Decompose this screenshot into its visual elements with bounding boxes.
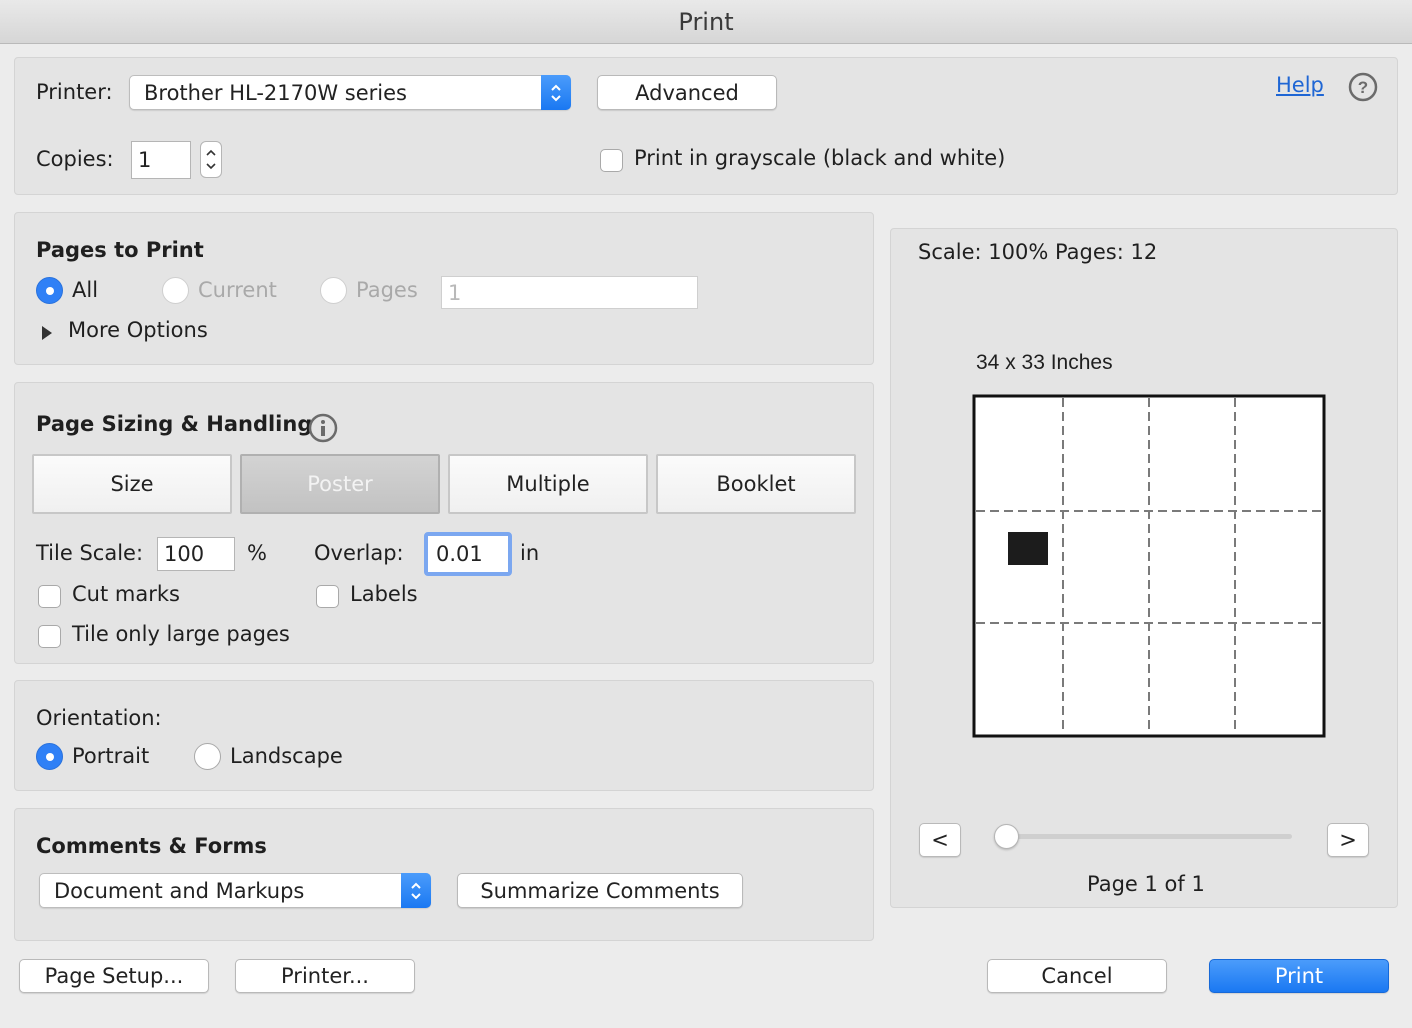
pages-to-print-heading: Pages to Print [36,238,204,262]
disclosure-triangle-icon[interactable] [40,323,54,341]
copies-stepper[interactable] [200,141,222,178]
prev-page-button[interactable]: < [919,823,961,857]
radio-landscape-label: Landscape [230,744,343,768]
radio-all-label: All [72,278,99,302]
select-arrows-icon [541,75,571,110]
page-slider-track[interactable] [1007,834,1292,839]
labels-label: Labels [350,582,418,606]
advanced-button[interactable]: Advanced [597,75,777,110]
radio-current[interactable] [162,277,189,304]
next-page-button[interactable]: > [1327,823,1369,857]
tab-size[interactable]: Size [32,454,232,514]
tile-scale-label: Tile Scale: [36,541,144,565]
tab-poster[interactable]: Poster [240,454,440,514]
svg-text:?: ? [1358,78,1368,97]
tile-only-large-label: Tile only large pages [72,622,290,646]
comments-forms-select[interactable]: Document and Markups [39,873,431,908]
page-slider-thumb[interactable] [994,824,1019,849]
copies-input[interactable]: 1 [131,141,191,179]
radio-current-label: Current [198,278,277,302]
radio-landscape[interactable] [194,743,221,770]
page-sizing-heading: Page Sizing & Handling [36,412,313,436]
printer-label: Printer: [36,80,113,104]
window-title: Print [0,0,1412,44]
tab-booklet[interactable]: Booklet [656,454,856,514]
page-indicator: Page 1 of 1 [1087,872,1205,896]
labels-checkbox[interactable] [316,585,339,608]
cut-marks-checkbox[interactable] [38,585,61,608]
radio-pages-label: Pages [356,278,418,302]
grayscale-checkbox[interactable] [600,149,623,172]
preview-scale-text: Scale: 100% Pages: 12 [918,240,1158,264]
radio-pages[interactable] [320,277,347,304]
overlap-input[interactable]: 0.01 [424,532,512,576]
copies-label: Copies: [36,147,114,171]
poster-preview [972,394,1326,738]
printer-select[interactable]: Brother HL-2170W series [129,75,571,110]
cancel-button[interactable]: Cancel [987,959,1167,993]
grayscale-label: Print in grayscale (black and white) [634,146,1006,170]
help-link[interactable]: Help [1276,73,1324,97]
radio-all[interactable] [36,277,63,304]
more-options-label[interactable]: More Options [68,318,208,342]
radio-portrait-label: Portrait [72,744,150,768]
page-setup-button[interactable]: Page Setup... [19,959,209,993]
overlap-unit: in [520,541,540,565]
print-button[interactable]: Print [1209,959,1389,993]
cut-marks-label: Cut marks [72,582,180,606]
preview-size-text: 34 x 33 Inches [976,351,1113,374]
tab-multiple[interactable]: Multiple [448,454,648,514]
select-arrows-icon [401,873,431,908]
overlap-label: Overlap: [314,541,404,565]
orientation-panel [14,680,874,791]
printer-select-value: Brother HL-2170W series [144,80,407,105]
summarize-comments-button[interactable]: Summarize Comments [457,873,743,908]
comments-forms-select-value: Document and Markups [54,878,305,903]
tile-only-large-checkbox[interactable] [38,625,61,648]
tile-scale-input[interactable]: 100 [157,537,235,571]
pages-range-input[interactable]: 1 [441,276,698,309]
document-thumbnail [1008,532,1048,565]
orientation-heading: Orientation: [36,706,162,730]
percent-unit: % [247,541,267,565]
info-icon[interactable] [308,413,338,443]
printer-button[interactable]: Printer... [235,959,415,993]
comments-forms-heading: Comments & Forms [36,834,267,858]
stepper-arrows-icon [206,149,216,170]
radio-portrait[interactable] [36,743,63,770]
help-icon[interactable]: ? [1348,72,1378,102]
